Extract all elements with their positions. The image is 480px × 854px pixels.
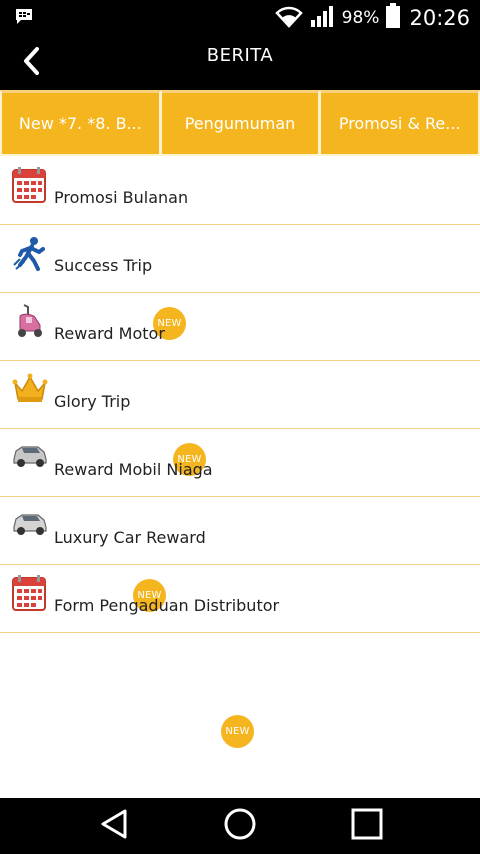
recents-square-icon: [351, 808, 383, 844]
back-triangle-icon: [99, 808, 129, 844]
list-item-reward-motor[interactable]: Reward Motor NEW: [0, 293, 480, 476]
clock: 20:26: [409, 6, 470, 30]
nav-home-button[interactable]: [216, 806, 264, 846]
list-item-label: Promosi Bulanan: [54, 188, 189, 207]
signal-icon: [310, 4, 336, 32]
system-nav-bar: [0, 798, 480, 854]
list-item-reward-mobil-niaga[interactable]: Reward Mobil Niaga NEW: [0, 429, 480, 748]
calendar-icon: [12, 167, 48, 203]
calendar-icon: [12, 575, 48, 611]
list-item-success-trip[interactable]: Success Trip NEW: [0, 225, 480, 340]
tab-new[interactable]: New *7. *8. B...: [0, 90, 161, 156]
running-man-icon: [12, 235, 48, 271]
tab-promosi[interactable]: Promosi & Re...: [320, 90, 480, 156]
list-item-label: Glory Trip: [54, 392, 131, 411]
news-list: Promosi Bulanan Success Trip NEW Reward …: [0, 157, 480, 748]
app-bar: BERITA: [0, 36, 480, 90]
list-item-label: Reward Motor: [54, 324, 165, 343]
home-circle-icon: [223, 807, 257, 845]
list-item-form-pengaduan-distributor[interactable]: Form Pengaduan Distributor: [0, 565, 480, 633]
list-item-label: Form Pengaduan Distributor: [54, 596, 280, 615]
wifi-icon: [274, 4, 304, 32]
nav-back-button[interactable]: [90, 806, 138, 846]
new-badge: NEW: [221, 715, 254, 748]
nav-recents-button[interactable]: [343, 806, 391, 846]
car-icon: [12, 507, 48, 543]
tab-bar: New *7. *8. B... Pengumuman Promosi & Re…: [0, 90, 480, 156]
battery-icon: [385, 3, 401, 33]
list-item-glory-trip[interactable]: Glory Trip NEW: [0, 361, 480, 612]
list-item-label: Luxury Car Reward: [54, 528, 206, 547]
page-title: BERITA: [206, 45, 274, 66]
list-item-luxury-car-reward[interactable]: Luxury Car Reward: [0, 497, 480, 565]
status-bar: 98% 20:26: [0, 0, 480, 36]
bbm-icon: [14, 8, 34, 30]
tab-pengumuman[interactable]: Pengumuman: [160, 90, 321, 156]
scooter-icon: [12, 303, 48, 339]
list-item-promosi-bulanan[interactable]: Promosi Bulanan: [0, 157, 480, 225]
car-icon: [12, 439, 48, 475]
crown-icon: [12, 371, 48, 407]
battery-percent: 98%: [341, 8, 380, 28]
list-item-label: Success Trip: [54, 256, 153, 275]
list-item-label: Reward Mobil Niaga: [54, 460, 213, 479]
